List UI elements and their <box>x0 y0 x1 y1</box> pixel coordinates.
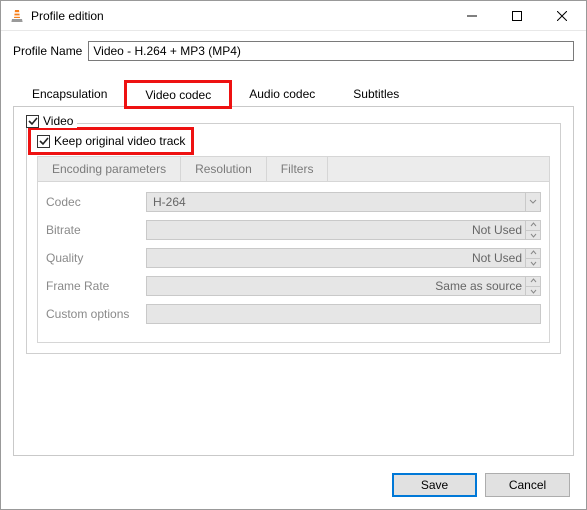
tabstrip: Encapsulation Video codec Audio codec Su… <box>13 81 574 106</box>
video-checkbox-label: Video <box>43 114 73 128</box>
keep-original-row: Keep original video track <box>33 132 189 150</box>
profile-name-label: Profile Name <box>13 44 82 58</box>
minimize-button[interactable] <box>449 1 494 30</box>
subtab-encoding[interactable]: Encoding parameters <box>38 157 181 181</box>
bitrate-value: Not Used <box>472 223 522 237</box>
save-button[interactable]: Save <box>392 473 477 497</box>
cancel-button[interactable]: Cancel <box>485 473 570 497</box>
encoding-panel: Codec H-264 Bitrate Not Used <box>37 181 550 343</box>
quality-row: Quality Not Used <box>46 248 541 268</box>
bitrate-row: Bitrate Not Used <box>46 220 541 240</box>
video-groupbox: Video Keep original video track Encoding… <box>26 123 561 354</box>
codec-select[interactable]: H-264 <box>146 192 541 212</box>
codec-label: Codec <box>46 195 146 209</box>
spinner-icon <box>525 220 540 240</box>
framerate-spinner[interactable]: Same as source <box>146 276 541 296</box>
framerate-label: Frame Rate <box>46 279 146 293</box>
custom-label: Custom options <box>46 307 146 321</box>
quality-label: Quality <box>46 251 146 265</box>
keep-original-checkbox[interactable] <box>37 135 50 148</box>
custom-options-input[interactable] <box>146 304 541 324</box>
keep-original-label: Keep original video track <box>54 134 185 148</box>
subtab-filters[interactable]: Filters <box>267 157 329 181</box>
custom-row: Custom options <box>46 304 541 324</box>
tab-audio-codec[interactable]: Audio codec <box>230 81 334 106</box>
video-checkbox[interactable] <box>26 115 39 128</box>
footer: Save Cancel <box>392 473 570 497</box>
tab-subtitles[interactable]: Subtitles <box>334 81 418 106</box>
tab-video-codec[interactable]: Video codec <box>126 82 230 107</box>
titlebar: Profile edition <box>1 1 586 31</box>
app-icon <box>9 8 25 24</box>
quality-value: Not Used <box>472 251 522 265</box>
framerate-value: Same as source <box>435 279 522 293</box>
bitrate-spinner[interactable]: Not Used <box>146 220 541 240</box>
profile-name-row: Profile Name <box>1 31 586 65</box>
tab-encapsulation[interactable]: Encapsulation <box>13 81 126 106</box>
spinner-icon <box>525 276 540 296</box>
chevron-down-icon <box>525 192 540 212</box>
subtabstrip: Encoding parameters Resolution Filters <box>37 156 550 181</box>
profile-name-input[interactable] <box>88 41 574 61</box>
maximize-button[interactable] <box>494 1 539 30</box>
close-button[interactable] <box>539 1 584 30</box>
window-title: Profile edition <box>31 9 104 23</box>
codec-value: H-264 <box>153 195 186 209</box>
tab-panel-video: Video Keep original video track Encoding… <box>13 106 574 456</box>
codec-row: Codec H-264 <box>46 192 541 212</box>
quality-spinner[interactable]: Not Used <box>146 248 541 268</box>
framerate-row: Frame Rate Same as source <box>46 276 541 296</box>
spinner-icon <box>525 248 540 268</box>
bitrate-label: Bitrate <box>46 223 146 237</box>
subtab-resolution[interactable]: Resolution <box>181 157 267 181</box>
